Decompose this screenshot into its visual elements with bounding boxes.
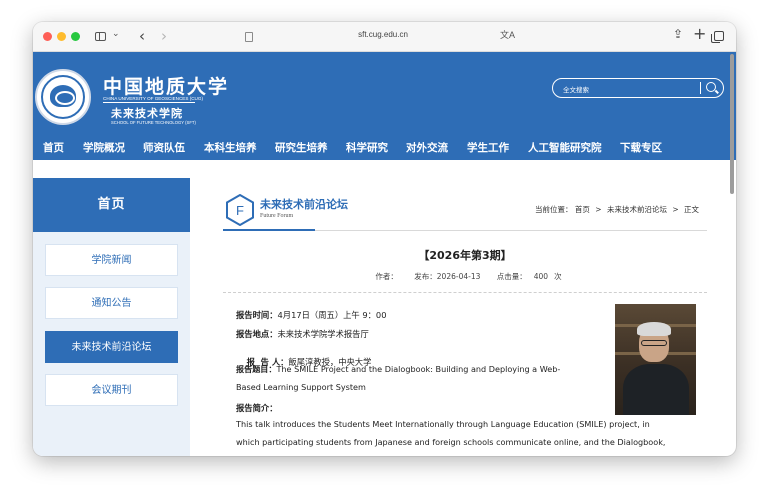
nav-about[interactable]: 学院概况 <box>83 140 125 155</box>
breadcrumb-separator: > <box>595 205 602 214</box>
nav-student-affairs[interactable]: 学生工作 <box>467 140 509 155</box>
sidebar-home-title[interactable]: 首页 <box>33 178 190 232</box>
breadcrumb-home[interactable]: 首页 <box>575 205 590 214</box>
search-divider <box>700 82 701 94</box>
sidebar-toggle-button[interactable]: ⌄ <box>91 28 125 46</box>
abstract-text: This talk introduces the Students Meet I… <box>236 419 666 447</box>
hits-unit: 次 <box>554 272 562 281</box>
column-title: 未来技术前沿论坛 <box>260 198 348 211</box>
share-icon[interactable]: ⇪ <box>673 27 683 41</box>
site-search-box[interactable]: 全文搜索 <box>552 78 724 98</box>
search-icon[interactable] <box>706 82 716 92</box>
report-place: 报告地点：未来技术学院学术报告厅 <box>236 329 369 339</box>
abstract-label: 报告简介： <box>236 403 278 413</box>
nav-graduate[interactable]: 研究生培养 <box>275 140 328 155</box>
page-icon <box>245 32 253 42</box>
logo-divider <box>103 102 195 103</box>
minimize-window-button[interactable] <box>57 32 66 41</box>
nav-ai-institute[interactable]: 人工智能研究院 <box>528 140 602 155</box>
site-header: 中国地质大学 CHINA UNIVERSITY OF GEOSCIENCES (… <box>33 52 736 160</box>
browser-toolbar: ⌄ ‹ › sft.cug.edu.cn 文A ⇪ + <box>33 22 736 52</box>
browser-window: ⌄ ‹ › sft.cug.edu.cn 文A ⇪ + 中国地质大学 CHINA… <box>33 22 736 456</box>
main-navigation: 首页 学院概况 师资队伍 本科生培养 研究生培养 科学研究 对外交流 学生工作 … <box>33 138 736 160</box>
breadcrumb-current: 正文 <box>684 205 700 214</box>
sidebar-item-news[interactable]: 学院新闻 <box>45 244 178 276</box>
close-window-button[interactable] <box>43 32 52 41</box>
future-forum-logo-icon: F <box>226 194 254 226</box>
sidebar-item-future-forum[interactable]: 未来技术前沿论坛 <box>45 331 178 363</box>
breadcrumb: 当前位置： 首页 > 未来技术前沿论坛 > 正文 <box>535 204 699 215</box>
article-title: 【2026年第3期】 <box>418 249 512 262</box>
left-sidebar: 首页 学院新闻 通知公告 未来技术前沿论坛 会议期刊 <box>33 178 190 456</box>
zoom-window-button[interactable] <box>71 32 80 41</box>
university-name-logo: 中国地质大学 <box>103 76 230 98</box>
nav-undergraduate[interactable]: 本科生培养 <box>204 140 257 155</box>
university-seal-logo[interactable] <box>35 69 91 125</box>
sidebar-item-conferences[interactable]: 会议期刊 <box>45 374 178 406</box>
university-name-en: CHINA UNIVERSITY OF GEOSCIENCES (CUG) <box>103 96 203 101</box>
nav-downloads[interactable]: 下载专区 <box>620 140 662 155</box>
school-name: 未来技术学院 <box>111 107 183 120</box>
search-input[interactable]: 全文搜索 <box>563 84 589 94</box>
publish-date: 发布：2026-04-13 <box>414 272 481 281</box>
speaker-photo <box>615 304 696 415</box>
forward-button[interactable]: › <box>156 26 172 46</box>
svg-text:F: F <box>236 203 244 218</box>
translate-icon[interactable]: 文A <box>500 28 515 41</box>
nav-international[interactable]: 对外交流 <box>406 140 448 155</box>
column-title-en: Future Forum <box>260 213 294 219</box>
hits-label: 点击量： <box>496 272 527 281</box>
back-button[interactable]: ‹ <box>134 26 150 46</box>
address-bar[interactable]: sft.cug.edu.cn <box>303 30 463 39</box>
tab-overview-icon[interactable] <box>711 31 724 43</box>
column-divider-accent <box>223 229 315 231</box>
report-topic: 报告题目：The SMILE Project and the Dialogboo… <box>236 364 561 392</box>
new-tab-icon[interactable]: + <box>693 24 706 43</box>
nav-faculty[interactable]: 师资队伍 <box>143 140 185 155</box>
nav-home[interactable]: 首页 <box>43 140 64 155</box>
hits-value: 400 <box>533 272 549 281</box>
sidebar-icon <box>95 32 106 41</box>
breadcrumb-separator: > <box>672 205 679 214</box>
report-time: 报告时间：4月17日（周五）上午 9：00 <box>236 310 387 320</box>
breadcrumb-forum[interactable]: 未来技术前沿论坛 <box>607 205 667 214</box>
sidebar-item-notices[interactable]: 通知公告 <box>45 287 178 319</box>
article-meta: 作者： 发布：2026-04-13 点击量： 400 次 <box>223 271 707 282</box>
chevron-down-icon: ⌄ <box>112 29 120 39</box>
meta-divider <box>223 292 707 293</box>
breadcrumb-prefix: 当前位置： <box>535 205 573 214</box>
author-label: 作者： <box>375 272 398 281</box>
page-scrollbar-thumb[interactable] <box>730 54 734 194</box>
school-name-en: SCHOOL OF FUTURE TECHNOLOGY (SFT) <box>111 120 196 125</box>
nav-research[interactable]: 科学研究 <box>346 140 388 155</box>
